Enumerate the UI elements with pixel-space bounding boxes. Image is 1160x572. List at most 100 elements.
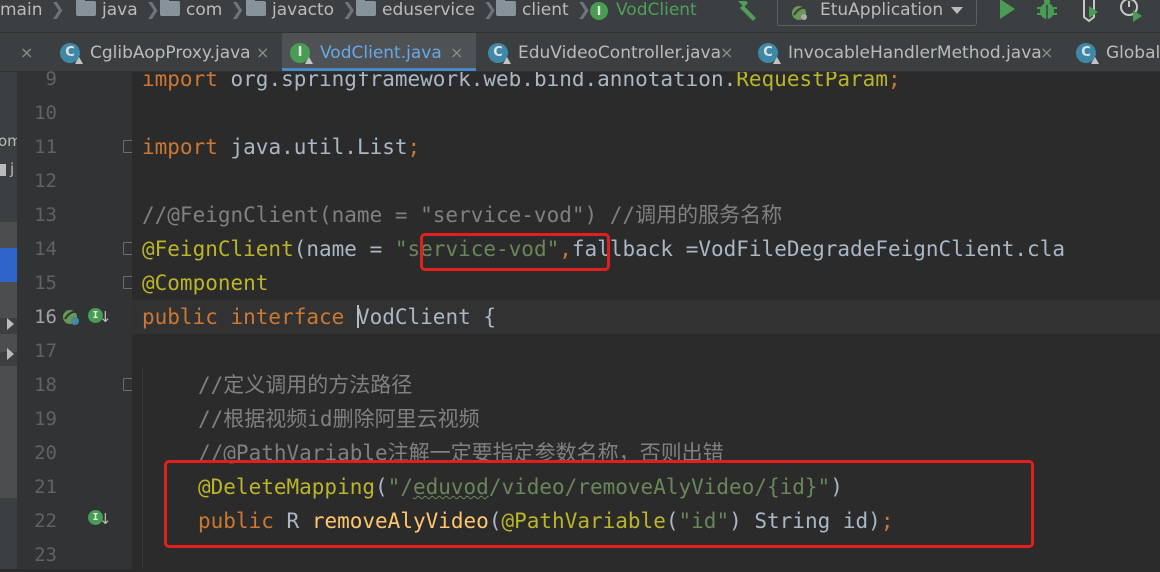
close-icon[interactable]: × <box>1040 33 1053 73</box>
breadcrumb-label: java <box>102 0 138 20</box>
tab-label: Global <box>1106 43 1160 63</box>
highlight-box-service-name <box>420 233 610 271</box>
tab-vodclient[interactable]: I VodClient.java × <box>282 33 476 71</box>
breadcrumb-label: VodClient <box>616 0 697 20</box>
tab-label: CglibAopProxy.java <box>90 43 251 63</box>
code-text: (name = <box>293 237 395 261</box>
close-icon[interactable]: × <box>450 33 463 73</box>
hammer-icon[interactable] <box>732 0 760 21</box>
class-icon: C <box>1076 43 1099 64</box>
code-editor[interactable]: import org.springframework.web.bind.anno… <box>132 72 1160 569</box>
chevron-right-icon: ❯ <box>230 0 245 20</box>
tab-eduvideocontroller[interactable]: C EduVideoController.java × <box>480 33 742 71</box>
truncated-project-text: j <box>10 160 15 178</box>
comment: //根据视频id删除阿里云视频 <box>198 407 480 431</box>
chevron-right-icon[interactable] <box>7 318 14 330</box>
keyword: public interface <box>142 305 357 329</box>
keyword: import <box>142 135 231 159</box>
code-text: { <box>470 305 497 329</box>
breadcrumb-label: client <box>522 0 569 20</box>
profile-icon[interactable] <box>1118 0 1144 22</box>
folder-icon <box>76 0 96 16</box>
code-line-13[interactable]: //@FeignClient(name = "service-vod") //调… <box>142 198 782 232</box>
spring-bean-icon[interactable] <box>62 308 79 325</box>
folder-icon <box>0 164 6 176</box>
line-number: 21 <box>34 476 57 498</box>
class-icon: C <box>758 43 781 64</box>
breadcrumb-item-client[interactable]: client ❯ <box>496 0 591 22</box>
highlight-box-delete-mapping <box>164 460 1034 548</box>
interface-icon: I <box>290 43 313 64</box>
coverage-icon[interactable] <box>1076 0 1102 22</box>
tab-label: VodClient.java <box>320 43 442 63</box>
breadcrumb-item-javacto[interactable]: javacto ❯ <box>246 0 356 22</box>
close-icon[interactable]: × <box>720 33 733 73</box>
class-icon: C <box>60 43 83 64</box>
code-line-19[interactable]: //根据视频id删除阿里云视频 <box>198 402 480 436</box>
semicolon: ; <box>407 135 421 159</box>
project-tree-row[interactable] <box>0 366 17 498</box>
interface-icon: I <box>590 2 608 20</box>
code-line-16[interactable]: public interface VodClient { <box>142 300 496 334</box>
chevron-down-icon <box>951 7 963 14</box>
project-tree-selected-row[interactable] <box>0 248 17 282</box>
debug-icon[interactable] <box>1034 0 1060 22</box>
code-text: fallback =VodFileDegradeFeignClient.cla <box>571 237 1065 261</box>
tab-label: InvocableHandlerMethod.java <box>788 43 1042 63</box>
comment: //@FeignClient(name = "service-vod") //调… <box>142 203 783 227</box>
code-line-18[interactable]: //定义调用的方法路径 <box>198 368 412 402</box>
arrow-down-icon: ↓ <box>99 510 112 528</box>
breadcrumb-item-java[interactable]: java ❯ <box>76 0 160 22</box>
class-icon: C <box>488 43 511 64</box>
breadcrumb-item-main[interactable]: main ❯ <box>0 0 65 22</box>
folder-icon <box>160 0 180 16</box>
arrow-down-icon: ↓ <box>99 308 112 326</box>
breadcrumb-item-vodclient[interactable]: I VodClient <box>590 0 697 22</box>
chevron-right-icon: ❯ <box>576 0 591 20</box>
chevron-right-icon: ❯ <box>342 0 357 20</box>
comment: //定义调用的方法路径 <box>198 373 413 397</box>
truncated-project-text: om <box>0 132 17 150</box>
close-icon[interactable]: × <box>256 33 269 73</box>
breadcrumb-item-com[interactable]: com ❯ <box>160 0 245 22</box>
line-number: 11 <box>34 136 57 158</box>
annotation: RequestParam <box>736 72 888 91</box>
line-number: 14 <box>34 238 57 260</box>
chevron-right-icon[interactable] <box>7 348 14 360</box>
line-number: 23 <box>34 544 57 566</box>
project-panel-edge: om j <box>0 72 17 569</box>
line-number: 12 <box>34 170 57 192</box>
run-configuration-label: EtuApplication <box>820 0 944 20</box>
line-number: 18 <box>34 374 57 396</box>
folder-icon <box>356 0 376 16</box>
breadcrumb-item-eduservice[interactable]: eduservice ❯ <box>356 0 497 22</box>
tab-global[interactable]: C Global <box>1068 33 1160 71</box>
tab-label: EduVideoController.java <box>518 43 722 63</box>
editor-gutter: 9 10 11 12 13 14 15 16 17 18 19 20 21 22… <box>17 68 134 569</box>
annotation: @FeignClient <box>142 237 294 261</box>
line-number: 22 <box>34 510 57 532</box>
line-number: 15 <box>34 272 57 294</box>
project-tree-row[interactable] <box>0 222 17 248</box>
tab-invocablehandlermethod[interactable]: C InvocableHandlerMethod.java × <box>750 33 1062 71</box>
run-configuration-dropdown[interactable]: EtuApplication <box>777 0 977 26</box>
code-line-11[interactable]: import java.util.List; <box>142 130 420 164</box>
line-number: 9 <box>45 68 57 90</box>
breadcrumb-label: javacto <box>272 0 335 20</box>
breadcrumb-label: com <box>186 0 223 20</box>
breadcrumb-label: eduservice <box>382 0 475 20</box>
annotation: @Component <box>142 271 269 295</box>
code-line-9[interactable]: import org.springframework.web.bind.anno… <box>142 72 901 96</box>
code-line-15[interactable]: @Component <box>142 266 268 300</box>
keyword: import <box>142 72 231 91</box>
line-number-current: 16 <box>34 306 57 328</box>
line-number: 19 <box>34 408 57 430</box>
editor-tab-bar: × C CglibAopProxy.java × I VodClient.jav… <box>0 33 1160 72</box>
run-icon[interactable] <box>994 0 1020 22</box>
interface-name: VodClient <box>356 305 471 329</box>
semicolon: ; <box>887 72 901 91</box>
project-tree-row[interactable] <box>0 282 17 318</box>
code-text: org.springframework.web.bind.annotation. <box>230 72 737 91</box>
line-number: 13 <box>34 204 57 226</box>
tab-cglibaopproxy[interactable]: C CglibAopProxy.java × <box>52 33 278 71</box>
